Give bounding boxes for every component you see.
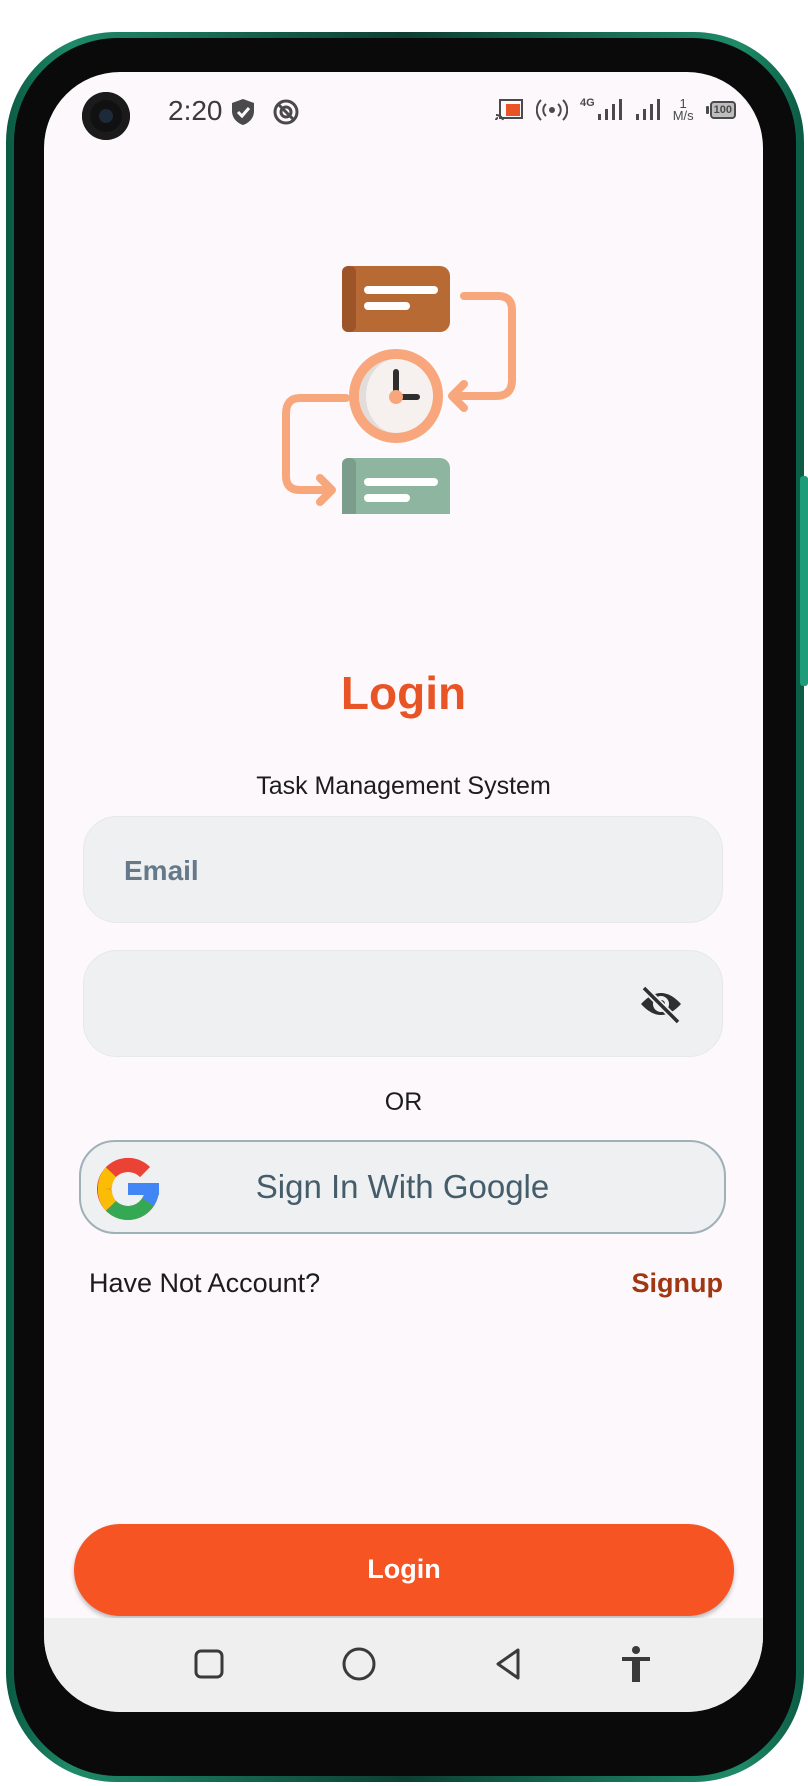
status-left-icons xyxy=(230,98,300,126)
back-icon[interactable] xyxy=(487,1642,531,1686)
page-title: Login xyxy=(340,667,467,719)
email-input[interactable] xyxy=(122,817,646,924)
signup-link[interactable]: Signup xyxy=(632,1268,723,1299)
or-divider-label: OR xyxy=(384,1088,423,1116)
email-field[interactable] xyxy=(83,816,723,924)
side-button xyxy=(800,476,808,686)
app-subtitle: Task Management System xyxy=(256,772,551,800)
speed-unit: M/s xyxy=(672,108,694,123)
signal-icon-sim1 xyxy=(597,99,622,120)
battery-indicator: 100 xyxy=(705,101,736,119)
speed-indicator: 1 M/s xyxy=(672,97,694,123)
task-flow-illustration xyxy=(282,266,516,514)
front-camera xyxy=(82,92,130,140)
home-icon[interactable] xyxy=(337,1642,381,1686)
network-type-label: 4G xyxy=(580,97,595,109)
status-time: 2:20 xyxy=(168,95,223,126)
login-button-label: Login xyxy=(367,1554,441,1584)
google-sign-in-button[interactable]: Sign In With Google xyxy=(79,1140,726,1234)
google-sign-in-label: Sign In With Google xyxy=(255,1168,550,1205)
signal-icon-sim2 xyxy=(635,99,660,120)
password-input[interactable] xyxy=(122,951,646,1058)
login-button[interactable]: Login xyxy=(74,1524,734,1616)
accessibility-icon[interactable] xyxy=(614,1642,658,1686)
data-saver-icon xyxy=(273,99,299,125)
recent-apps-icon[interactable] xyxy=(187,1642,231,1686)
eye-off-icon[interactable] xyxy=(638,984,684,1024)
app-screen: 2:20 4G 1 M/s 100 Login Task Management … xyxy=(44,72,763,1712)
status-right-icons: 4G 1 M/s 100 xyxy=(494,97,736,123)
shield-icon xyxy=(232,99,254,125)
battery-level: 100 xyxy=(709,101,736,119)
system-navigation-bar xyxy=(44,1618,763,1712)
no-account-label: Have Not Account? xyxy=(89,1268,321,1298)
cast-icon xyxy=(495,99,523,121)
hotspot-icon xyxy=(536,99,568,121)
password-field[interactable] xyxy=(83,950,723,1058)
